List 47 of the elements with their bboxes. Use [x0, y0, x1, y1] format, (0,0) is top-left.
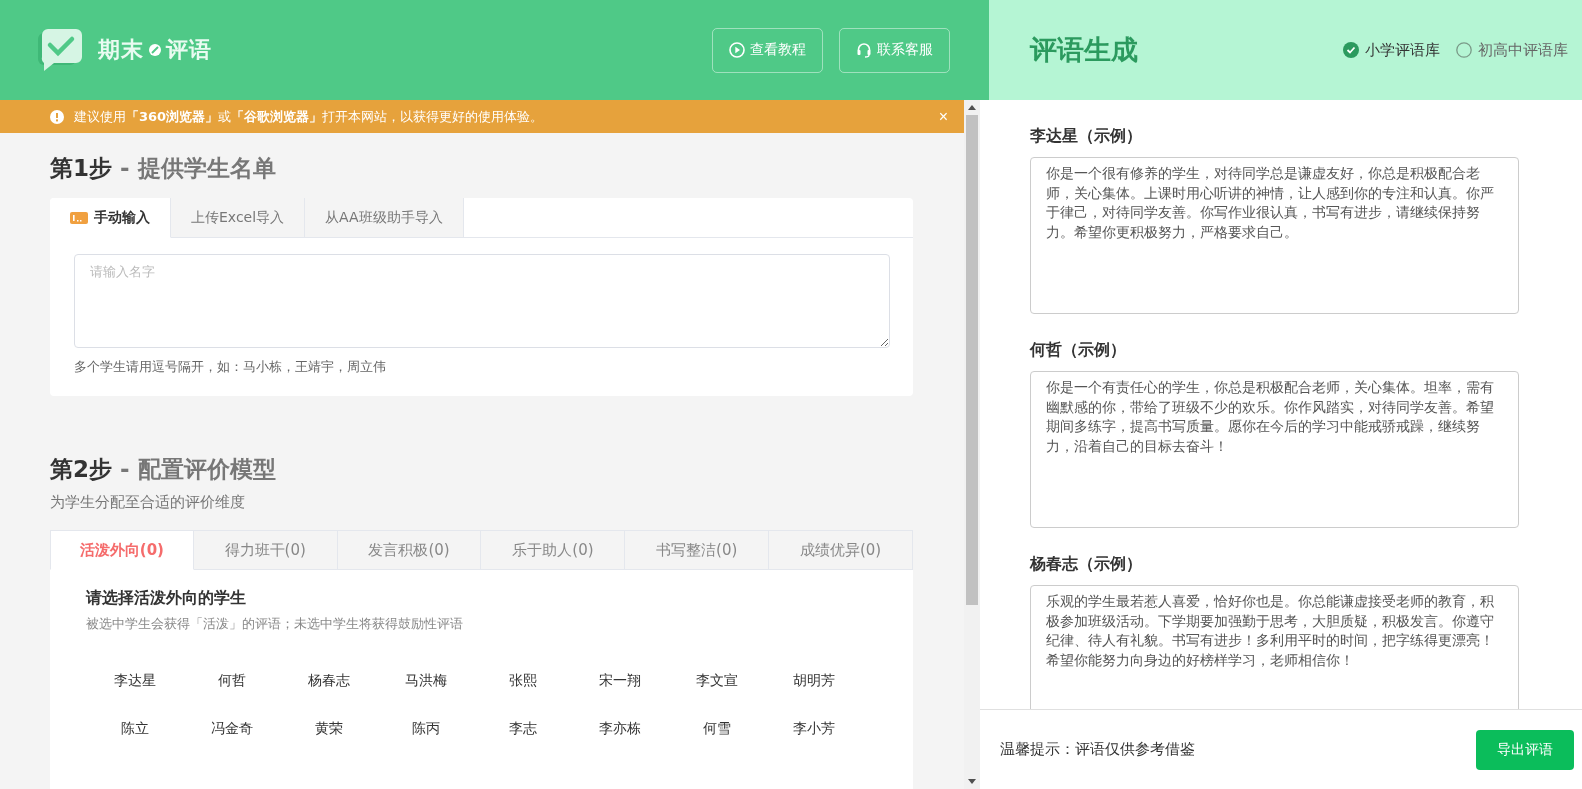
warning-icon — [50, 109, 64, 124]
hint-text: 多个学生请用逗号隔开，如：马小栋，王靖宇，周立伟 — [74, 358, 387, 376]
prompt-description: 被选中学生会获得「活泼」的评语；未选中学生将获得鼓励性评语 — [86, 615, 464, 633]
tab[interactable]: 从AA班级助手导入 — [305, 198, 464, 238]
student-option[interactable]: 黄荣 — [280, 717, 377, 741]
student-option[interactable]: 何哲 — [183, 669, 280, 693]
student-option[interactable]: 宋一翔 — [571, 669, 668, 693]
headset-icon — [856, 42, 872, 58]
comment-field[interactable]: 你是一个有责任心的学生，你总是积极配合老师，关心集体。坦率，需有幽默感的你，带给了班级不少的欢乐。你作风踏实，对待同学友善。希望期间多练字，提高书写质量。愿你在今后的学习中能戒骄戒躁，继续努力，沿着自己的目标去奋斗！ — [1030, 371, 1519, 528]
names-input-field[interactable]: 请输入名字 — [74, 254, 890, 348]
student-option[interactable]: 胡明芳 — [765, 669, 862, 693]
tab[interactable]: 上传Excel导入 — [171, 198, 306, 238]
scroll-down-icon[interactable] — [968, 779, 976, 784]
play-icon — [729, 42, 745, 58]
student-name: 杨春志（示例） — [1030, 554, 1143, 575]
logo-text: 期末 — [98, 36, 144, 64]
scroll-up-icon[interactable] — [968, 105, 976, 110]
library-radio[interactable]: 小学评语库 — [1343, 40, 1440, 60]
student-option[interactable]: 陈立 — [86, 717, 183, 741]
student-option[interactable]: 马洪梅 — [377, 669, 474, 693]
library-radio[interactable]: 初高中评语库 — [1456, 40, 1568, 60]
step-label: 第1步 — [50, 155, 112, 181]
notice-text: 建议使用「360浏览器」或「谷歌浏览器」打开本网站，以获得更好的使用体验。 — [74, 107, 545, 126]
step-title: - 提供学生名单 — [120, 155, 276, 181]
step-subtitle: 为学生分配至合适的评价维度 — [50, 493, 246, 512]
student-option[interactable]: 陈丙 — [377, 717, 474, 741]
comment-field[interactable]: 你是一个很有修养的学生，对待同学总是谦虚友好，你总是积极配合老师，关心集体。上课时用心听讲的神情，让人感到你的专注和认真。你严于律己，对待同学友善。你写作业很认真，书写有进步，请继续保持努力。希望你更积极努力，严格要求自己。 — [1030, 157, 1519, 314]
student-option[interactable]: 李文宣 — [668, 669, 765, 693]
logo-text: 评语 — [166, 36, 212, 64]
student-option[interactable]: 张熙 — [474, 669, 571, 693]
student-option[interactable]: 李达星 — [86, 669, 183, 693]
tip-text: 温馨提示：评语仅供参考借鉴 — [1000, 740, 1195, 759]
student-option[interactable]: 杨春志 — [280, 669, 377, 693]
step-title: - 配置评价模型 — [120, 456, 276, 482]
step-label: 第2步 — [50, 456, 112, 482]
student-option[interactable]: 冯金奇 — [183, 717, 280, 741]
student-name: 何哲（示例） — [1030, 340, 1127, 361]
comment-field[interactable]: 乐观的学生最若惹人喜爱，恰好你也是。你总能谦虚接受老师的教育，积极参加班级活动。下学期要加强勤于思考，大胆质疑，积极发言。你遵守纪律、待人有礼貌。书写有进步！多利用平时的时间，把字练得更漂亮！希望你能努力向身边的好榜样学习，老师相信你！ — [1030, 585, 1519, 709]
student-option[interactable]: 李志 — [474, 717, 571, 741]
panel-title: 评语生成 — [1030, 33, 1138, 67]
student-name: 李达星（示例） — [1030, 126, 1143, 147]
text-input-icon — [70, 211, 88, 224]
student-option[interactable]: 李小芳 — [765, 717, 862, 741]
student-option[interactable]: 李亦栋 — [571, 717, 668, 741]
chat-check-icon — [38, 27, 84, 73]
prompt-title: 请选择活泼外向的学生 — [86, 588, 247, 609]
student-option[interactable]: 何雪 — [668, 717, 765, 741]
